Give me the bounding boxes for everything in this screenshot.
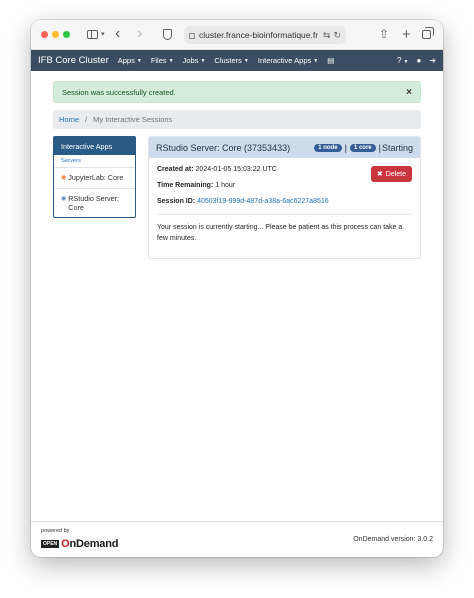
nav-clusters-menu[interactable]: Clusters ▼ (214, 56, 248, 65)
session-id-label: Session ID: (157, 198, 196, 205)
logout-icon[interactable]: ➜ (429, 56, 436, 65)
cores-badge: 1 core (349, 143, 376, 152)
session-starting-note: Your session is currently starting... Pl… (157, 224, 403, 242)
header-separator: | (378, 142, 381, 153)
share-icon[interactable]: ⇧ (379, 26, 389, 42)
session-id-link[interactable]: 40503f19-999d-487d-a38a-6ac6227a8516 (197, 198, 329, 205)
delete-button-label: Delete (385, 170, 406, 178)
sidebar-toggle-icon[interactable] (85, 26, 99, 42)
alert-message: Session was successfully created. (62, 87, 176, 97)
ondemand-text: OnDemand (61, 537, 119, 550)
ondemand-version: OnDemand version: 3.0.2 (353, 536, 433, 543)
time-remaining-value: 1 hour (215, 182, 236, 189)
delete-button[interactable]: ✖ Delete (370, 166, 412, 182)
nav-interactive-apps-label: Interactive Apps (257, 56, 312, 65)
nav-files-label: Files (150, 56, 167, 65)
translate-icon[interactable]: ⇆ (323, 30, 331, 41)
nav-interactive-apps-menu[interactable]: Interactive Apps ▼ (258, 56, 318, 65)
tab-overview-icon[interactable] (422, 26, 434, 42)
breadcrumb-current: My Interactive Sessions (93, 115, 173, 124)
created-at-value: 2024-01-05 15:03:22 UTC (195, 166, 277, 173)
session-card-header: RStudio Server: Core (37353433) 1 node |… (149, 137, 420, 158)
caret-down-icon: ▼ (136, 58, 142, 64)
breadcrumb: Home / My Interactive Sessions (53, 110, 421, 129)
chevron-down-icon[interactable]: ▾ (101, 26, 105, 42)
nav-clusters-label: Clusters (214, 56, 242, 65)
forward-arrow-icon[interactable]: › (137, 25, 142, 42)
ondemand-wordmark: OPEN OnDemand (41, 538, 118, 550)
main-content: Session was successfully created. × Home… (31, 71, 443, 259)
sidebar-item-jupyterlab[interactable]: ◉ JupyterLab: Core (54, 168, 135, 189)
page-footer: powered by OPEN OnDemand OnDemand versio… (31, 521, 443, 557)
nav-files-menu[interactable]: Files ▼ (151, 56, 174, 65)
caret-down-icon: ▼ (168, 58, 174, 64)
breadcrumb-separator: / (85, 115, 88, 124)
nav-apps-menu[interactable]: Apps ▼ (118, 56, 142, 65)
session-id-row: Session ID: 40503f19-999d-487d-a38a-6ac6… (157, 198, 412, 205)
lock-icon (189, 33, 195, 39)
header-separator: | (344, 142, 347, 153)
caret-down-icon: ▼ (313, 58, 319, 64)
session-status: Starting (381, 142, 413, 153)
open-tag: OPEN (41, 539, 60, 548)
back-arrow-icon[interactable]: ‹ (115, 25, 120, 42)
zoom-window-button[interactable] (63, 31, 70, 38)
nav-jobs-menu[interactable]: Jobs ▼ (183, 56, 206, 65)
url-text: cluster.france-bioinformatique.fr (199, 30, 319, 40)
content-row: Interactive Apps Servers ◉ JupyterLab: C… (53, 136, 421, 259)
close-alert-icon[interactable]: × (406, 87, 412, 98)
success-alert: Session was successfully created. × (53, 81, 421, 103)
browser-toolbar: ▾ ‹ › cluster.france-bioinformatique.fr … (31, 20, 443, 50)
sidebar-category: Servers (54, 155, 135, 168)
user-menu-icon[interactable]: ● (416, 56, 421, 65)
navbar-brand[interactable]: IFB Core Cluster (38, 55, 109, 66)
new-tab-icon[interactable]: + (402, 26, 411, 43)
ood-logo[interactable]: powered by OPEN OnDemand (41, 529, 118, 550)
session-card: RStudio Server: Core (37353433) 1 node |… (148, 136, 421, 259)
time-remaining-row: Time Remaining: 1 hour (157, 182, 412, 189)
app-navbar: IFB Core Cluster Apps ▼ Files ▼ Jobs ▼ Clus… (31, 50, 443, 71)
my-sessions-icon[interactable]: ▤ (327, 56, 334, 65)
powered-by-text: powered by (41, 528, 70, 535)
address-bar[interactable]: cluster.france-bioinformatique.fr ⇆ ↻ (184, 26, 346, 44)
sidebar-header: Interactive Apps (54, 137, 135, 155)
privacy-shield-icon[interactable] (163, 26, 172, 42)
breadcrumb-home-link[interactable]: Home (59, 115, 79, 124)
sidebar-item-rstudio[interactable]: ◉ RStudio Server: Core (54, 189, 135, 218)
time-remaining-label: Time Remaining: (157, 182, 214, 189)
minimize-window-button[interactable] (52, 31, 59, 38)
close-window-button[interactable] (41, 31, 48, 38)
sidebar-item-label: JupyterLab: Core (68, 173, 124, 182)
nav-jobs-label: Jobs (182, 56, 199, 65)
sidebar-item-label: RStudio Server: Core (68, 193, 119, 213)
close-circle-icon: ✖ (376, 171, 383, 178)
divider (157, 214, 412, 215)
nav-apps-label: Apps (117, 56, 135, 65)
jupyter-icon: ◉ (61, 175, 67, 181)
caret-down-icon: ▼ (243, 58, 249, 64)
caret-down-icon: ▼ (200, 58, 206, 64)
nodes-badge: 1 node (314, 143, 342, 152)
session-card-body: ✖ Delete Created at: 2024-01-05 15:03:22… (149, 158, 420, 252)
help-menu-icon[interactable]: ? ▼ (397, 56, 408, 65)
interactive-apps-sidebar: Interactive Apps Servers ◉ JupyterLab: C… (53, 136, 136, 218)
rstudio-icon: ◉ (61, 195, 67, 202)
reload-icon[interactable]: ↻ (333, 30, 341, 41)
session-title: RStudio Server: Core (37353433) (156, 142, 291, 153)
created-at-label: Created at: (157, 166, 194, 173)
browser-window: ▾ ‹ › cluster.france-bioinformatique.fr … (31, 20, 443, 557)
